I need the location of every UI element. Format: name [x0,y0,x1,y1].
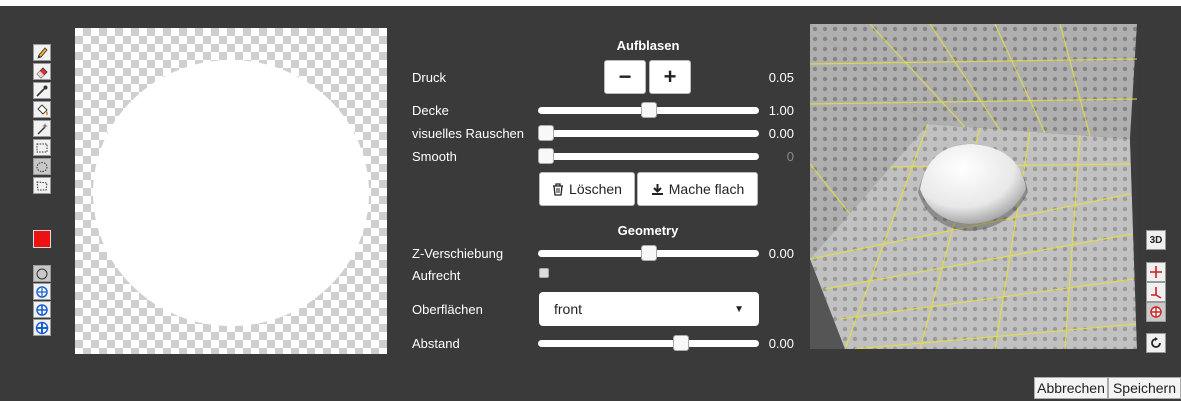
3d-mode-button[interactable]: 3D [1146,230,1166,250]
clear-button-label: Löschen [569,181,622,197]
inflate-title: Aufblasen [616,38,680,53]
circle-brush-icon[interactable] [33,265,51,282]
painted-shape [93,60,369,326]
download-icon [651,183,663,195]
ellipse-select-icon[interactable] [33,158,51,175]
smooth-slider-thumb[interactable] [538,148,554,164]
smooth-label: Smooth [412,149,457,164]
crosshair-large-icon[interactable] [33,319,51,336]
save-button[interactable]: Speichern [1108,377,1181,399]
paint-bucket-icon[interactable] [33,101,51,118]
ceiling-slider[interactable] [538,102,759,118]
flatten-button[interactable]: Mache flach [637,172,758,206]
distance-slider[interactable] [538,335,759,351]
surfaces-label: Oberflächen [412,302,483,317]
smooth-value: 0 [786,149,794,164]
rect-select-icon[interactable] [33,139,51,156]
geometry-title: Geometry [617,223,679,238]
3d-preview[interactable] [810,24,1137,349]
pressure-value: 0.05 [768,70,794,85]
upright-label: Aufrecht [412,268,461,283]
crosshair-small-icon[interactable] [33,283,51,300]
eyedropper-icon[interactable] [33,82,51,99]
trash-icon [553,182,564,196]
pressure-label: Druck [412,70,446,85]
crosshair-medium-icon[interactable] [33,301,51,318]
ceiling-label: Decke [412,103,449,118]
noise-slider-thumb[interactable] [538,125,554,141]
lasso-select-icon[interactable] [33,177,51,194]
surfaces-select-value: front [554,301,583,317]
pencil-icon[interactable] [33,44,51,61]
noise-slider[interactable] [538,125,759,141]
magic-wand-icon[interactable] [33,120,51,137]
reset-view-icon[interactable] [1146,333,1166,353]
upright-checkbox[interactable] [539,268,549,278]
pressure-plus-button[interactable]: + [649,60,691,94]
distance-slider-thumb[interactable] [673,335,690,351]
axis-icon[interactable] [1146,282,1166,302]
cancel-button[interactable]: Abbrechen [1034,377,1108,399]
z-shift-value: 0.00 [768,246,794,261]
caret-down-icon: ▼ [734,303,744,315]
surfaces-select[interactable]: front ▼ [539,292,759,326]
smooth-slider[interactable] [538,148,759,164]
distance-label: Abstand [412,336,460,351]
move-icon[interactable] [1146,262,1166,282]
ceiling-slider-thumb[interactable] [640,102,657,118]
pressure-minus-button[interactable]: − [604,60,646,94]
eraser-icon[interactable] [33,63,51,80]
ceiling-value: 1.00 [768,103,794,118]
target-icon[interactable] [1146,302,1166,322]
z-shift-slider[interactable] [538,245,759,261]
3d-scene [810,24,1137,349]
z-shift-slider-thumb[interactable] [640,245,657,261]
distance-value: 0.00 [768,336,794,351]
noise-label: visuelles Rauschen [412,126,525,141]
drawing-canvas[interactable] [75,28,387,354]
flatten-button-label: Mache flach [668,181,745,197]
z-shift-label: Z-Verschiebung [412,246,504,261]
brush-color-swatch[interactable] [33,230,51,248]
noise-value: 0.00 [768,126,794,141]
clear-button[interactable]: Löschen [539,172,635,206]
